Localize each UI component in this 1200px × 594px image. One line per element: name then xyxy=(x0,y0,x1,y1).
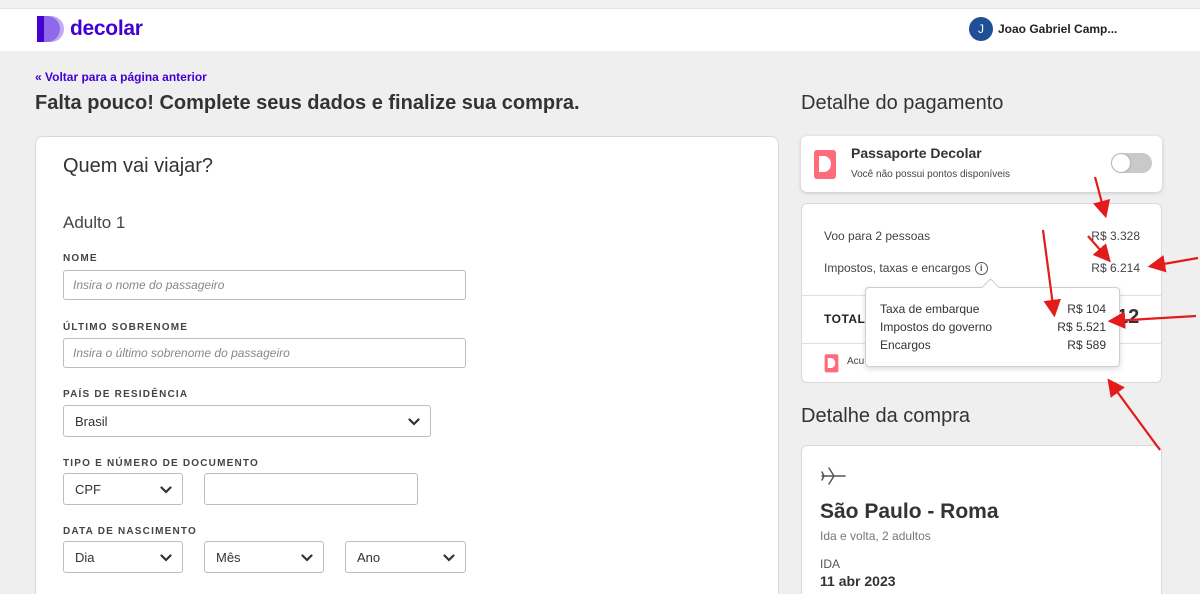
voo-label: Voo para 2 pessoas xyxy=(824,229,931,243)
route-title: São Paulo - Roma xyxy=(820,500,999,523)
documento-label: TIPO E NÚMERO DE DOCUMENTO xyxy=(63,458,260,469)
total-value: 12 xyxy=(1117,306,1140,328)
purchase-section-title: Detalhe da compra xyxy=(801,405,970,427)
chevron-down-icon xyxy=(160,486,172,494)
sobrenome-input[interactable] xyxy=(63,338,466,368)
passport-icon xyxy=(814,150,836,179)
ida-date: 11 abr 2023 xyxy=(820,573,896,589)
passport-title: Passaporte Decolar xyxy=(851,145,982,161)
pais-label: PAÍS DE RESIDÊNCIA xyxy=(63,389,189,400)
tooltip-row-value: R$ 104 xyxy=(1067,302,1106,316)
payment-section-title: Detalhe do pagamento xyxy=(801,92,1004,114)
voo-value: R$ 3.328 xyxy=(1091,229,1140,243)
logo-text: decolar xyxy=(70,17,143,40)
documento-number-input[interactable] xyxy=(204,473,418,505)
accumulate-points-text: Acu xyxy=(847,356,865,367)
avatar: J xyxy=(969,17,993,41)
site-header: decolar J Joao Gabriel Camp... xyxy=(0,9,1200,51)
birth-month-select[interactable]: Mês xyxy=(204,541,324,573)
birth-day-value: Dia xyxy=(75,549,95,565)
trip-card: São Paulo - Roma Ida e volta, 2 adultos … xyxy=(801,445,1162,594)
nome-label: NOME xyxy=(63,253,98,264)
sobrenome-label: ÚLTIMO SOBRENOME xyxy=(63,322,189,333)
birth-month-value: Mês xyxy=(216,549,241,565)
back-link[interactable]: « Voltar para a página anterior xyxy=(35,70,207,84)
tooltip-row-value: R$ 5.521 xyxy=(1057,320,1106,334)
user-name: Joao Gabriel Camp... xyxy=(998,22,1118,36)
chevron-down-icon xyxy=(301,554,313,562)
toggle-knob xyxy=(1112,154,1130,172)
birth-year-select[interactable]: Ano xyxy=(345,541,466,573)
impostos-label: Impostos, taxas e encargos xyxy=(824,261,971,275)
chevron-down-icon xyxy=(160,554,172,562)
user-menu[interactable]: J Joao Gabriel Camp... xyxy=(969,17,1117,41)
annotation-arrow xyxy=(1107,378,1161,451)
form-title: Quem vai viajar? xyxy=(63,155,214,177)
passport-card: Passaporte Decolar Você não possui ponto… xyxy=(801,136,1162,192)
pais-select[interactable]: Brasil xyxy=(63,405,431,437)
impostos-value: R$ 6.214 xyxy=(1091,261,1140,275)
page-title: Falta pouco! Complete seus dados e final… xyxy=(35,92,580,114)
total-label: TOTAL xyxy=(824,312,866,326)
tooltip-row-label: Taxa de embarque xyxy=(880,302,980,316)
plane-icon xyxy=(821,467,846,485)
browser-top-strip xyxy=(0,0,1200,9)
passport-subtitle: Você não possui pontos disponíveis xyxy=(851,169,1010,180)
passport-toggle[interactable] xyxy=(1111,153,1152,173)
tooltip-row: Taxa de embarque R$ 104 xyxy=(880,302,1106,316)
ida-label: IDA xyxy=(820,557,841,571)
decolar-logo-icon xyxy=(37,16,64,42)
pais-select-value: Brasil xyxy=(75,413,108,429)
tooltip-row-label: Impostos do governo xyxy=(880,320,993,334)
tooltip-row: Encargos R$ 589 xyxy=(880,338,1106,352)
tooltip-row-label: Encargos xyxy=(880,338,931,352)
route-subtitle: Ida e volta, 2 adultos xyxy=(820,529,931,543)
voo-row: Voo para 2 pessoas R$ 3.328 xyxy=(824,229,1140,243)
passport-icon xyxy=(824,354,839,373)
tooltip-row-value: R$ 589 xyxy=(1067,338,1106,352)
birth-day-select[interactable]: Dia xyxy=(63,541,183,573)
info-icon[interactable]: i xyxy=(974,262,988,276)
chevron-down-icon xyxy=(408,418,420,426)
birth-year-value: Ano xyxy=(357,549,381,565)
nome-input[interactable] xyxy=(63,270,466,300)
nascimento-label: DATA DE NASCIMENTO xyxy=(63,526,198,537)
impostos-row: Impostos, taxas e encargos i R$ 6.214 xyxy=(824,261,1140,276)
documento-type-value: CPF xyxy=(75,481,101,497)
taxes-tooltip: Taxa de embarque R$ 104 Impostos do gove… xyxy=(865,287,1120,367)
decolar-logo[interactable]: decolar xyxy=(35,14,143,44)
documento-type-select[interactable]: CPF xyxy=(63,473,183,505)
tooltip-row: Impostos do governo R$ 5.521 xyxy=(880,320,1106,334)
chevron-down-icon xyxy=(443,554,455,562)
passenger-form-card: Quem vai viajar? Adulto 1 NOME ÚLTIMO SO… xyxy=(35,136,779,594)
adult-section-title: Adulto 1 xyxy=(63,213,126,232)
